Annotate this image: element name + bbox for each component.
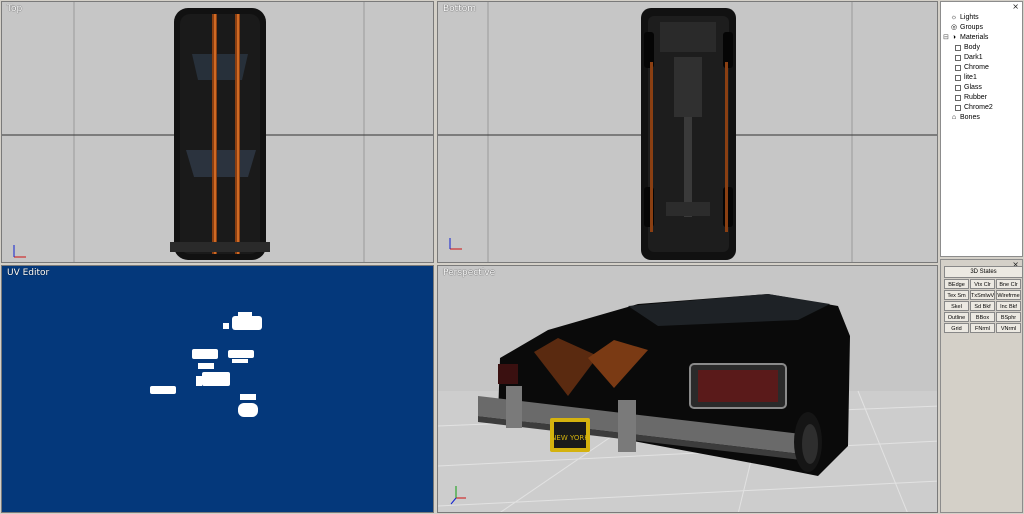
close-icon[interactable]: ×: [1012, 2, 1019, 11]
states-panel: × 3D States BEdge Vtx Clr Bne Clr Tex Sm…: [940, 259, 1023, 513]
scene-tree-panel: × ☼ Lights ◎ Groups ⊟ ◑ Materials Body Dark1…: [940, 1, 1023, 257]
tree-item-bones[interactable]: ⌂ Bones: [943, 113, 993, 123]
material-icon: [955, 55, 961, 61]
viewport-bottom[interactable]: Bottom: [437, 1, 938, 263]
groups-icon: ◎: [950, 24, 958, 31]
tree-item-chrome2[interactable]: Chrome2: [943, 103, 993, 113]
material-icon: [955, 95, 961, 101]
viewport-label-perspective: Perspective: [443, 268, 496, 278]
tree-item-materials[interactable]: ⊟ ◑ Materials: [943, 33, 993, 43]
states-button-grid: BEdge Vtx Clr Bne Clr Tex Sm TxSmlwV Wir…: [944, 279, 1022, 333]
bbox-button[interactable]: BBox: [970, 312, 995, 322]
tree-item-dark1[interactable]: Dark1: [943, 53, 993, 63]
bne-clr-button[interactable]: Bne Clr: [996, 279, 1021, 289]
txsmlwv-button[interactable]: TxSmlwV: [970, 290, 995, 300]
vnrml-button[interactable]: VNrml: [996, 323, 1021, 333]
bsphr-button[interactable]: BSphr: [996, 312, 1021, 322]
tex-sm-button[interactable]: Tex Sm: [944, 290, 969, 300]
vtx-clr-button[interactable]: Vtx Clr: [970, 279, 995, 289]
tree-item-groups[interactable]: ◎ Groups: [943, 23, 993, 33]
uv-canvas: [150, 312, 262, 417]
material-icon: [955, 75, 961, 81]
bones-icon: ⌂: [951, 114, 957, 121]
3d-states-button[interactable]: 3D States: [944, 266, 1023, 278]
material-icon: [955, 105, 961, 111]
tree-item-lite1[interactable]: lite1: [943, 73, 993, 83]
viewport-label-top: Top: [7, 4, 23, 14]
material-icon: [955, 85, 961, 91]
viewport-label-bottom: Bottom: [443, 4, 477, 14]
collapse-icon[interactable]: ⊟: [943, 33, 950, 43]
bedge-button[interactable]: BEdge: [944, 279, 969, 289]
uv-islands: [150, 312, 262, 417]
material-icon: [955, 65, 961, 71]
viewport-uv-editor[interactable]: UV Editor: [1, 265, 434, 513]
wireframe-button[interactable]: Wirefrme: [996, 290, 1021, 300]
tree-item-lights[interactable]: ☼ Lights: [943, 13, 993, 23]
perspective-canvas: NEW YORK: [438, 266, 937, 512]
viewport-top[interactable]: Top: [1, 1, 434, 263]
sd-bkf-button[interactable]: Sd Bkf: [970, 301, 995, 311]
license-plate-text: NEW YORK: [551, 434, 589, 442]
viewport-perspective[interactable]: Perspective NEW YORK: [437, 265, 938, 513]
tree-item-body[interactable]: Body: [943, 43, 993, 53]
bottom-view-canvas: [438, 2, 937, 262]
lights-icon: ☼: [950, 14, 958, 21]
material-icon: [955, 45, 961, 51]
grid-button[interactable]: Grid: [944, 323, 969, 333]
tree-item-chrome[interactable]: Chrome: [943, 63, 993, 73]
viewport-label-uv: UV Editor: [7, 268, 50, 278]
outline-button[interactable]: Outline: [944, 312, 969, 322]
axis-gizmo-top: [13, 245, 26, 258]
fnrml-button[interactable]: FNrml: [970, 323, 995, 333]
tree-item-glass[interactable]: Glass: [943, 83, 993, 93]
car-top-view: [170, 8, 270, 260]
top-view-canvas: [2, 2, 433, 262]
scene-tree: ☼ Lights ◎ Groups ⊟ ◑ Materials Body Dark1 C…: [943, 13, 993, 123]
skel-button[interactable]: Skel: [944, 301, 969, 311]
materials-icon: ◑: [951, 34, 957, 41]
inc-bkf-button[interactable]: Inc Bkf: [996, 301, 1021, 311]
tree-item-rubber[interactable]: Rubber: [943, 93, 993, 103]
axis-gizmo-bottom: [449, 238, 462, 250]
car-underside: [641, 8, 736, 260]
